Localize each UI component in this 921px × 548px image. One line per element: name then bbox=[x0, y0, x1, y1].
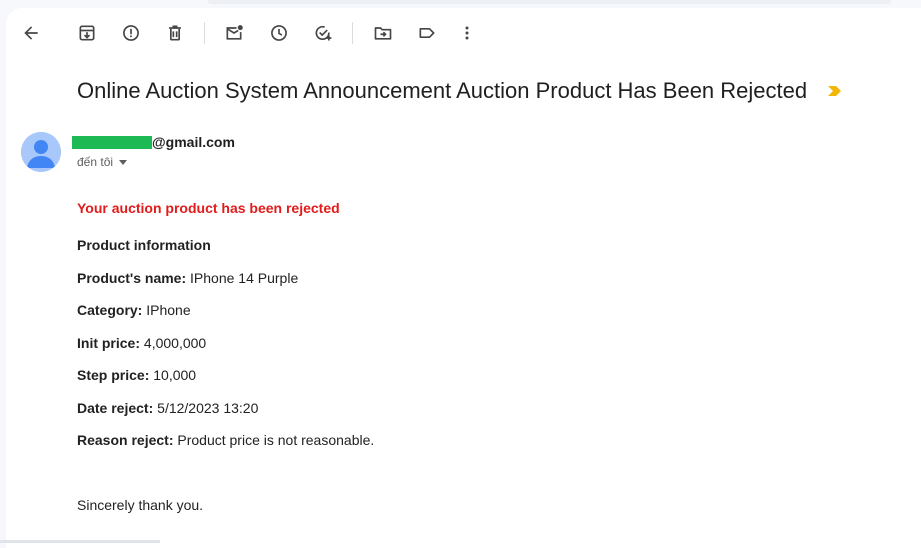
recipient-details-toggle[interactable]: đến tôi bbox=[77, 155, 128, 169]
top-divider bbox=[208, 0, 891, 4]
rejection-heading: Your auction product has been rejected bbox=[77, 200, 340, 216]
move-to-button[interactable] bbox=[368, 18, 398, 48]
more-options-button[interactable] bbox=[452, 18, 482, 48]
mark-unread-icon bbox=[226, 25, 243, 40]
field-value: IPhone bbox=[146, 302, 191, 318]
field-label: Init price: bbox=[77, 335, 141, 351]
snooze-icon bbox=[271, 25, 287, 41]
field-label: Step price: bbox=[77, 367, 150, 383]
move-to-icon bbox=[374, 27, 392, 40]
field-value: Product price is not reasonable. bbox=[177, 432, 375, 448]
field-label: Product's name: bbox=[77, 270, 187, 286]
sender-email-suffix: @gmail.com bbox=[152, 134, 235, 150]
email-subject: Online Auction System Announcement Aucti… bbox=[77, 78, 808, 103]
field-init-price: Init price: 4,000,000 bbox=[77, 335, 206, 351]
delete-icon bbox=[169, 25, 181, 41]
field-value: 4,000,000 bbox=[143, 335, 207, 351]
back-button[interactable] bbox=[16, 18, 46, 48]
field-label: Category: bbox=[77, 302, 143, 318]
field-reason-reject: Reason reject: Product price is not reas… bbox=[77, 432, 374, 448]
add-to-tasks-button[interactable] bbox=[308, 18, 338, 48]
message-panel: Online Auction System Announcement Aucti… bbox=[6, 8, 921, 548]
more-options-icon bbox=[465, 26, 469, 40]
field-product-name: Product's name: IPhone 14 Purple bbox=[77, 270, 298, 286]
add-to-tasks-icon bbox=[315, 25, 332, 41]
section-title: Product information bbox=[77, 237, 211, 253]
person-icon bbox=[21, 132, 61, 172]
redacted-sender-name bbox=[72, 135, 152, 149]
toolbar-divider bbox=[352, 22, 353, 44]
field-value: 10,000 bbox=[153, 367, 197, 383]
delete-button[interactable] bbox=[160, 18, 190, 48]
dropdown-arrow-icon bbox=[119, 159, 128, 165]
field-label: Reason reject: bbox=[77, 432, 174, 448]
importance-marker-icon[interactable] bbox=[827, 85, 843, 97]
report-spam-button[interactable] bbox=[116, 18, 146, 48]
recipient-label: đến tôi bbox=[77, 155, 114, 169]
message-toolbar bbox=[6, 8, 921, 58]
snooze-button[interactable] bbox=[264, 18, 294, 48]
report-spam-icon bbox=[123, 25, 139, 41]
field-label: Date reject: bbox=[77, 400, 154, 416]
closing-line: Sincerely thank you. bbox=[77, 497, 204, 513]
field-step-price: Step price: 10,000 bbox=[77, 367, 196, 383]
back-icon bbox=[24, 26, 38, 40]
sender-address: @gmail.com bbox=[72, 134, 235, 150]
field-value: IPhone 14 Purple bbox=[190, 270, 299, 286]
archive-button[interactable] bbox=[72, 18, 102, 48]
avatar[interactable] bbox=[21, 132, 61, 172]
field-category: Category: IPhone bbox=[77, 302, 191, 318]
mark-unread-button[interactable] bbox=[219, 18, 249, 48]
label-button[interactable] bbox=[412, 18, 442, 48]
label-icon bbox=[419, 28, 435, 39]
field-value: 5/12/2023 13:20 bbox=[157, 400, 259, 416]
field-date-reject: Date reject: 5/12/2023 13:20 bbox=[77, 400, 258, 416]
archive-icon bbox=[79, 25, 95, 41]
toolbar-divider bbox=[204, 22, 205, 44]
